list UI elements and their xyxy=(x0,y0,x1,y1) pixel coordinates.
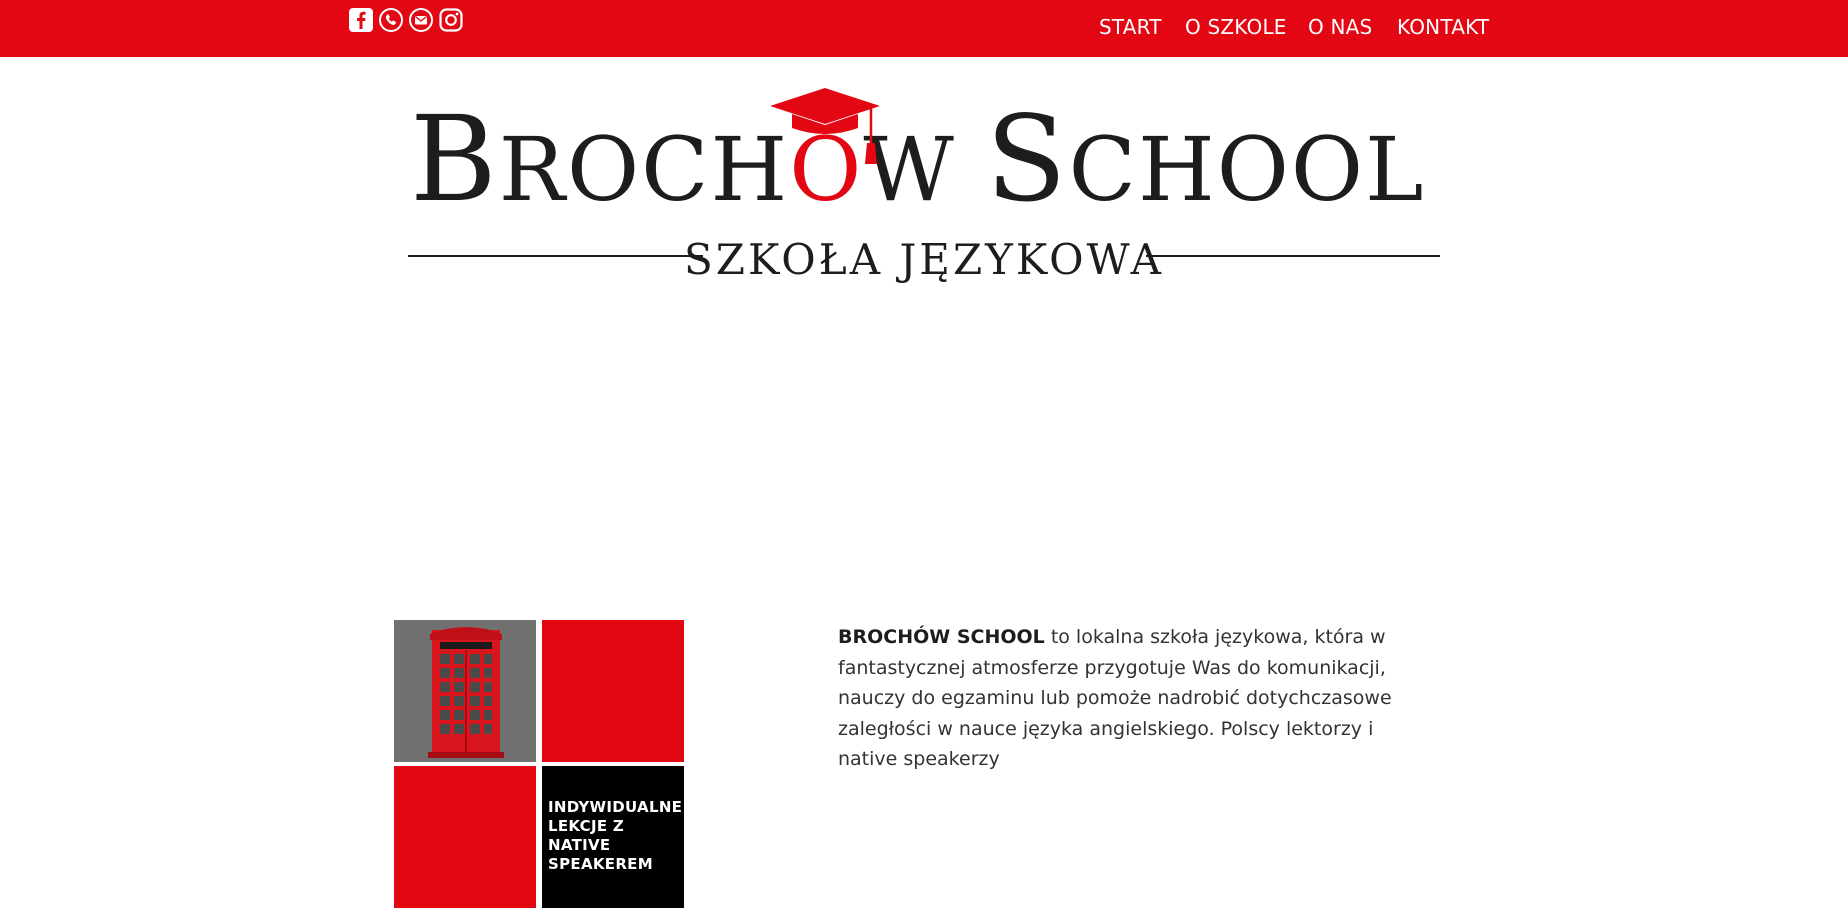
logo-letter-b: B xyxy=(410,90,499,228)
native-speaker-tile[interactable]: INDYWIDUALNE LEKCJE Z NATIVE SPEAKEREM xyxy=(542,766,684,908)
logo-w: W xyxy=(863,118,986,221)
native-speaker-tile-text: INDYWIDUALNE LEKCJE Z NATIVE SPEAKEREM xyxy=(548,798,683,873)
logo-chool: CHOOL xyxy=(1068,118,1426,221)
nav-o-szkole[interactable]: O SZKOLE xyxy=(1185,15,1287,39)
logo-letter-s: S xyxy=(985,90,1069,228)
logo-subtitle-row: SZKOŁA JĘZYKOWA xyxy=(408,230,1440,290)
graduation-cap-icon xyxy=(770,88,880,164)
nav-kontakt[interactable]: KONTAKT xyxy=(1397,15,1489,39)
nav-start[interactable]: START xyxy=(1099,15,1162,39)
logo-title: BROCHOW SCHOOL xyxy=(410,100,1425,218)
phone-booth-illustration xyxy=(428,627,504,758)
instagram-link[interactable] xyxy=(438,7,464,33)
social-links xyxy=(348,7,464,33)
phone-icon xyxy=(379,8,403,32)
email-icon xyxy=(409,8,433,32)
logo-subtitle: SZKOŁA JĘZYKOWA xyxy=(684,235,1164,284)
nav-o-nas[interactable]: O NAS xyxy=(1308,15,1372,39)
top-bar: START O SZKOLE O NAS KONTAKT xyxy=(0,0,1848,57)
site-logo[interactable]: BROCHOW SCHOOL SZKOŁA JĘZYKOWA xyxy=(408,88,1440,290)
email-link[interactable] xyxy=(408,7,434,33)
facebook-icon xyxy=(349,8,373,32)
facebook-link[interactable] xyxy=(348,7,374,33)
phone-link[interactable] xyxy=(378,7,404,33)
logo-roch: ROCH xyxy=(498,118,790,221)
red-tile-bottom xyxy=(394,766,536,908)
intro-paragraph: BROCHÓW SCHOOL to lokalna szkoła językow… xyxy=(838,622,1418,775)
logo-divider-right xyxy=(1146,255,1440,257)
phone-booth-image xyxy=(394,620,536,762)
instagram-icon xyxy=(439,8,463,32)
red-tile-top xyxy=(542,620,684,762)
intro-brand: BROCHÓW SCHOOL xyxy=(838,626,1045,648)
feature-tiles: INDYWIDUALNE LEKCJE Z NATIVE SPEAKEREM xyxy=(394,620,684,908)
